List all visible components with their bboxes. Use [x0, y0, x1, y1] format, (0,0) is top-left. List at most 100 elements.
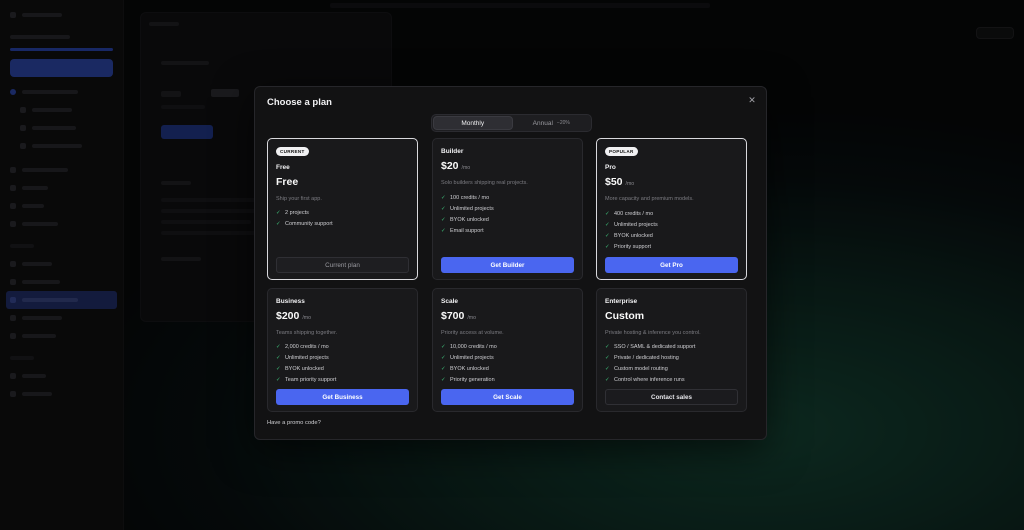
check-icon: ✓: [441, 343, 446, 350]
plan-description: Teams shipping together.: [276, 330, 338, 336]
plan-card-builder: Builder $20 /mo Solo builders shipping r…: [432, 138, 583, 280]
price-unit: /mo: [467, 315, 477, 321]
feature-list: ✓ 10,000 credits / mo ✓ Unlimited projects…: [441, 341, 497, 385]
popular-badge: POPULAR: [605, 147, 638, 156]
feature-item: ✓ Unlimited projects: [441, 354, 494, 361]
feature-item: ✓ 2,000 credits / mo: [276, 343, 329, 350]
feature-item: ✓ 2 projects: [276, 209, 309, 216]
check-icon: ✓: [605, 210, 610, 217]
plan-name: Builder: [441, 148, 464, 155]
plan-price: Custom: [605, 310, 644, 322]
plan-card-scale: Scale $700 /mo Priority access at volume…: [432, 288, 583, 412]
price-value: $200: [276, 310, 300, 322]
feature-item: ✓ 400 credits / mo: [605, 210, 654, 217]
check-icon: ✓: [276, 354, 281, 361]
feature-item: ✓ Unlimited projects: [605, 221, 658, 228]
plan-price: $200 /mo: [276, 310, 311, 322]
price-unit: /mo: [302, 315, 312, 321]
plan-card-free: CURRENT Free Free Ship your first app. ✓…: [267, 138, 418, 280]
plan-card-business: Business $200 /mo Teams shipping togethe…: [267, 288, 418, 412]
check-icon: ✓: [605, 343, 610, 350]
toggle-monthly[interactable]: Monthly: [433, 116, 513, 130]
feature-item: ✓ Team priority support: [276, 376, 337, 383]
annual-discount-badge: −20%: [556, 120, 570, 126]
plan-name: Business: [276, 298, 305, 305]
feature-item: ✓ BYOK unlocked: [441, 365, 489, 372]
feature-item: ✓ Custom model routing: [605, 365, 668, 372]
plan-description: Ship your first app.: [276, 196, 322, 202]
check-icon: ✓: [441, 354, 446, 361]
get-business-button[interactable]: Get Business: [276, 389, 409, 405]
plan-price: $700 /mo: [441, 310, 476, 322]
check-icon: ✓: [441, 205, 446, 212]
check-icon: ✓: [605, 354, 610, 361]
check-icon: ✓: [441, 227, 446, 234]
close-icon[interactable]: ✕: [746, 94, 758, 106]
plan-price: $20 /mo: [441, 160, 470, 172]
feature-item: ✓ Priority generation: [441, 376, 495, 383]
check-icon: ✓: [276, 376, 281, 383]
plan-price: Free: [276, 176, 298, 188]
toggle-annual[interactable]: Annual −20%: [513, 116, 591, 130]
plan-description: Priority access at volume.: [441, 330, 504, 336]
feature-item: ✓ Unlimited projects: [276, 354, 329, 361]
feature-list: ✓ 400 credits / mo ✓ Unlimited projects ✓ B…: [605, 208, 658, 252]
check-icon: ✓: [276, 343, 281, 350]
toggle-annual-label: Annual: [532, 119, 553, 127]
feature-list: ✓ 2 projects ✓ Community support: [276, 207, 333, 229]
feature-item: ✓ Unlimited projects: [441, 205, 494, 212]
plan-card-pro: POPULAR Pro $50 /mo More capacity and pr…: [596, 138, 747, 280]
plan-name: Scale: [441, 298, 458, 305]
current-plan-button[interactable]: Current plan: [276, 257, 409, 273]
toggle-monthly-label: Monthly: [461, 119, 485, 127]
price-value: $20: [441, 160, 459, 172]
feature-item: ✓ BYOK unlocked: [605, 232, 653, 239]
feature-item: ✓ BYOK unlocked: [441, 216, 489, 223]
feature-item: ✓ BYOK unlocked: [276, 365, 324, 372]
check-icon: ✓: [276, 209, 281, 216]
check-icon: ✓: [605, 376, 610, 383]
plan-name: Enterprise: [605, 298, 638, 305]
check-icon: ✓: [605, 243, 610, 250]
feature-item: ✓ Priority support: [605, 243, 651, 250]
price-value: Custom: [605, 310, 645, 322]
feature-item: ✓ Email support: [441, 227, 484, 234]
get-pro-button[interactable]: Get Pro: [605, 257, 738, 273]
plan-card-enterprise: Enterprise Custom Private hosting & infe…: [596, 288, 747, 412]
feature-item: ✓ Private / dedicated hosting: [605, 354, 679, 361]
plan-description: More capacity and premium models.: [605, 196, 694, 202]
check-icon: ✓: [605, 365, 610, 372]
plan-description: Solo builders shipping real projects.: [441, 180, 528, 186]
feature-item: ✓ Community support: [276, 220, 333, 227]
price-unit: /mo: [461, 165, 471, 171]
feature-item: ✓ SSO / SAML & dedicated support: [605, 343, 696, 350]
feature-item: ✓ 10,000 credits / mo: [441, 343, 497, 350]
check-icon: ✓: [441, 365, 446, 372]
feature-item: ✓ Control where inference runs: [605, 376, 685, 383]
price-unit: /mo: [625, 181, 635, 187]
check-icon: ✓: [605, 221, 610, 228]
feature-list: ✓ 100 credits / mo ✓ Unlimited projects ✓ B…: [441, 192, 494, 236]
check-icon: ✓: [441, 216, 446, 223]
price-value: $700: [441, 310, 465, 322]
check-icon: ✓: [441, 194, 446, 201]
current-badge: CURRENT: [276, 147, 309, 156]
price-value: $50: [605, 176, 623, 188]
get-scale-button[interactable]: Get Scale: [441, 389, 574, 405]
check-icon: ✓: [441, 376, 446, 383]
plan-name: Pro: [605, 164, 616, 171]
choose-plan-modal: Choose a plan ✕ Monthly Annual −20% CURR…: [254, 86, 767, 440]
modal-title: Choose a plan: [267, 97, 332, 108]
feature-item: ✓ 100 credits / mo: [441, 194, 490, 201]
check-icon: ✓: [276, 220, 281, 227]
feature-list: ✓ 2,000 credits / mo ✓ Unlimited projects …: [276, 341, 336, 385]
plan-description: Private hosting & inference you control.: [605, 330, 701, 336]
price-value: Free: [276, 176, 299, 188]
contact-sales-button[interactable]: Contact sales: [605, 389, 738, 405]
check-icon: ✓: [605, 232, 610, 239]
promo-code-link[interactable]: Have a promo code?: [267, 420, 321, 426]
billing-period-toggle: Monthly Annual −20%: [431, 114, 592, 132]
feature-list: ✓ SSO / SAML & dedicated support ✓ Private…: [605, 341, 695, 385]
get-builder-button[interactable]: Get Builder: [441, 257, 574, 273]
plan-name: Free: [276, 164, 290, 171]
